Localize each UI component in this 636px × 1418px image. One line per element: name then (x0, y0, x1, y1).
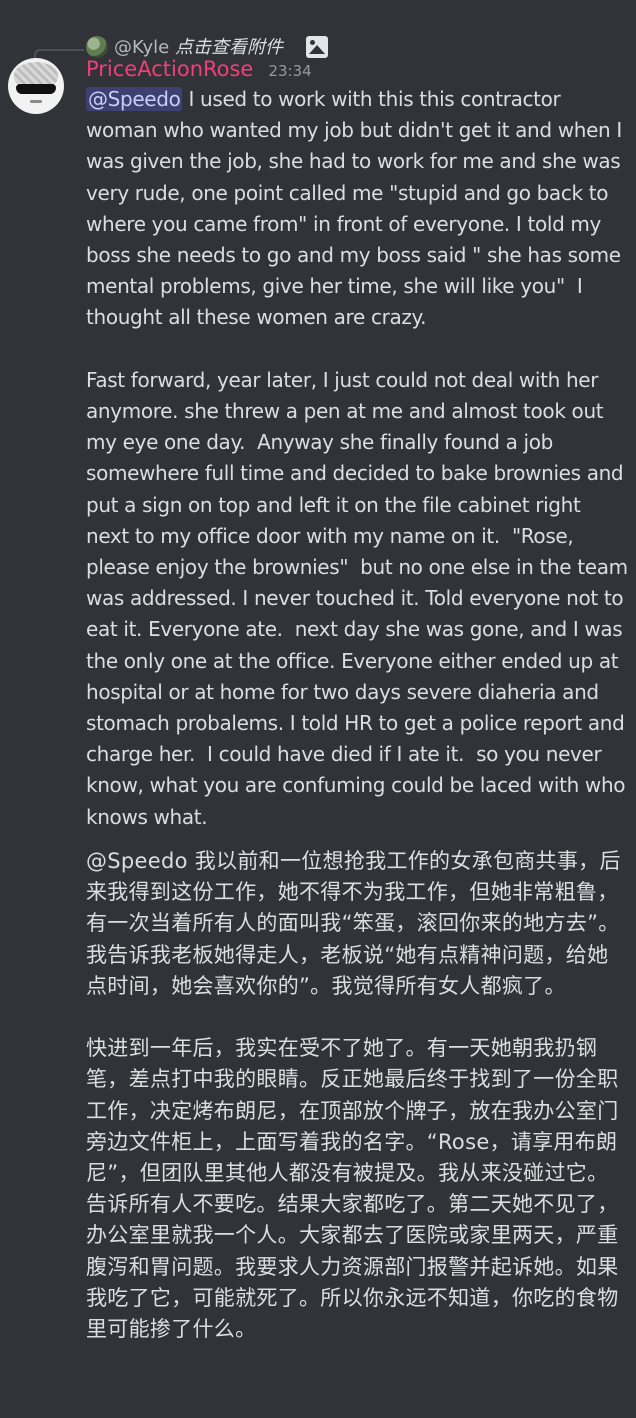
mention[interactable]: @Speedo (86, 87, 183, 111)
message-header: PriceActionRose 23:34 (86, 55, 312, 83)
message-body-chinese: @Speedo 我以前和一位想抢我工作的女承包商共事，后来我得到这份工作，她不得… (86, 849, 621, 1342)
avatar[interactable] (8, 58, 64, 114)
avatar-mouth (30, 100, 42, 103)
timestamp[interactable]: 23:34 (268, 57, 311, 85)
reply-context[interactable]: @Kyle 点击查看附件 (0, 16, 636, 65)
message-body-english: @Speedo I used to work with this this co… (86, 84, 628, 833)
username[interactable]: PriceActionRose (86, 55, 253, 83)
message-text-english: I used to work with this this contractor… (86, 87, 628, 829)
sunglasses-icon (16, 84, 56, 94)
